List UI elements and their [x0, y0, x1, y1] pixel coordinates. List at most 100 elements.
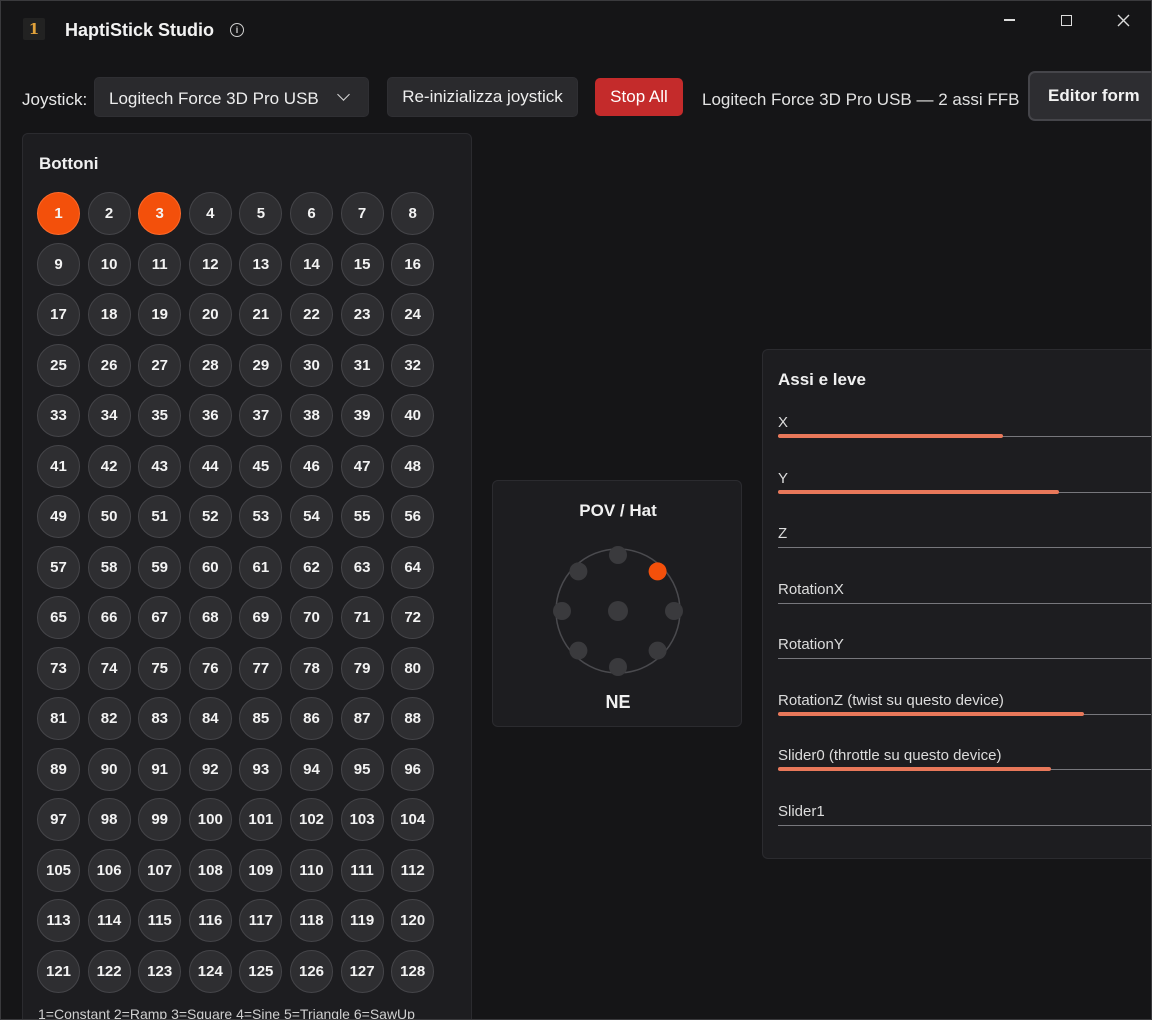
joystick-button-84: 84 [188, 697, 232, 740]
joystick-button-86: 86 [290, 697, 333, 740]
joystick-button-70: 70 [290, 596, 333, 639]
axes-panel: Assi e leve X Y Z RotationX RotationY Rotatio… [762, 349, 1151, 859]
joystick-button-121: 121 [37, 949, 80, 993]
device-status-text: Logitech Force 3D Pro USB — 2 assi FFB [702, 90, 1020, 109]
joystick-button-99: 99 [138, 798, 182, 841]
joystick-button-35: 35 [138, 394, 182, 437]
joystick-button-43: 43 [138, 444, 182, 488]
effects-legend: 1=Constant 2=Ramp 3=Square 4=Sine 5=Tria… [38, 1006, 415, 1020]
joystick-button-60: 60 [188, 545, 232, 589]
joystick-button-41: 41 [37, 444, 80, 488]
joystick-button-90: 90 [87, 747, 131, 791]
joystick-button-13: 13 [239, 242, 283, 286]
minimize-icon [1003, 19, 1015, 21]
pov-dot-n [609, 546, 627, 564]
joystick-button-31: 31 [340, 343, 384, 387]
axis-track [778, 658, 1151, 659]
joystick-button-114: 114 [87, 899, 131, 942]
joystick-button-63: 63 [340, 545, 384, 589]
close-button[interactable] [1095, 1, 1151, 39]
joystick-button-127: 127 [340, 949, 384, 993]
joystick-button-40: 40 [391, 394, 435, 437]
buttons-panel: Bottoni 1 2 3 4 5 6 7 8 9 10 11 12 13 14 15 16 17 18 19 20 2… [22, 133, 472, 1020]
joystick-button-106: 106 [87, 848, 131, 892]
minimize-button[interactable] [981, 1, 1037, 39]
joystick-button-89: 89 [37, 747, 80, 791]
joystick-button-23: 23 [340, 293, 384, 336]
joystick-button-48: 48 [391, 444, 435, 488]
joystick-button-55: 55 [340, 495, 384, 538]
joystick-button-74: 74 [87, 646, 131, 690]
maximize-icon [1060, 14, 1072, 26]
joystick-button-25: 25 [37, 343, 80, 387]
joystick-button-4: 4 [188, 192, 232, 235]
joystick-button-26: 26 [87, 343, 131, 387]
joystick-button-81: 81 [37, 697, 80, 740]
joystick-button-93: 93 [239, 747, 283, 791]
joystick-label: Joystick: [22, 90, 88, 109]
joystick-button-67: 67 [138, 596, 182, 639]
joystick-button-34: 34 [87, 394, 131, 437]
joystick-button-125: 125 [239, 949, 283, 993]
joystick-button-61: 61 [239, 545, 283, 589]
app-title: HaptiStick Studio [65, 20, 215, 40]
joystick-button-76: 76 [188, 646, 232, 690]
joystick-button-62: 62 [290, 545, 333, 589]
joystick-button-118: 118 [290, 899, 333, 942]
joystick-button-120: 120 [391, 899, 435, 942]
joystick-button-113: 113 [37, 899, 80, 942]
joystick-button-87: 87 [340, 697, 384, 740]
joystick-button-3: 3 [138, 192, 182, 235]
joystick-button-80: 80 [391, 646, 435, 690]
joystick-button-65: 65 [37, 596, 80, 639]
axis-label: RotationY [778, 636, 844, 653]
joystick-button-100: 100 [188, 798, 232, 841]
axis-track [778, 602, 1151, 604]
joystick-button-46: 46 [290, 444, 333, 488]
app-logo-icon: 1 [23, 18, 45, 40]
axis-label: X [778, 414, 789, 431]
joystick-button-66: 66 [87, 596, 131, 639]
pov-dot-sw [569, 641, 588, 660]
joystick-select[interactable]: Logitech Force 3D Pro USB [94, 77, 369, 117]
axis-label: Slider0 (throttle su questo device) [778, 747, 1002, 764]
joystick-button-59: 59 [138, 545, 182, 589]
joystick-button-16: 16 [391, 242, 435, 286]
reinit-joystick-button[interactable]: Re-inizializza joystick [387, 77, 578, 117]
joystick-button-49: 49 [37, 495, 80, 538]
joystick-button-69: 69 [239, 596, 283, 639]
joystick-button-29: 29 [239, 343, 283, 387]
joystick-button-54: 54 [290, 495, 333, 538]
joystick-button-45: 45 [239, 444, 283, 488]
pov-hat-indicator [553, 546, 683, 676]
joystick-button-104: 104 [391, 798, 435, 841]
joystick-button-85: 85 [239, 697, 283, 740]
joystick-button-17: 17 [37, 293, 80, 336]
joystick-button-95: 95 [340, 747, 384, 791]
joystick-button-9: 9 [37, 242, 80, 286]
joystick-button-94: 94 [290, 747, 333, 791]
axis-label: RotationZ (twist su questo device) [778, 691, 1004, 709]
joystick-button-19: 19 [138, 293, 182, 336]
joystick-button-36: 36 [188, 394, 232, 437]
joystick-button-98: 98 [87, 798, 131, 841]
editor-button[interactable]: Editor form [1028, 71, 1151, 121]
joystick-button-24: 24 [391, 293, 435, 336]
info-icon[interactable]: i [230, 23, 244, 37]
joystick-button-83: 83 [138, 697, 182, 740]
joystick-button-39: 39 [340, 394, 384, 437]
axis-row: Y [778, 470, 1151, 510]
joystick-button-88: 88 [391, 697, 435, 740]
joystick-button-15: 15 [340, 242, 384, 286]
joystick-button-110: 110 [290, 848, 333, 892]
stop-all-button[interactable]: Stop All [595, 78, 683, 116]
maximize-button[interactable] [1038, 1, 1094, 39]
joystick-button-30: 30 [290, 343, 333, 387]
joystick-button-51: 51 [138, 495, 182, 538]
joystick-button-27: 27 [138, 343, 182, 387]
axis-fill [778, 489, 1060, 494]
axis-track [778, 547, 1151, 548]
joystick-button-79: 79 [340, 646, 384, 690]
joystick-button-123: 123 [138, 949, 182, 993]
joystick-button-116: 116 [188, 899, 232, 942]
